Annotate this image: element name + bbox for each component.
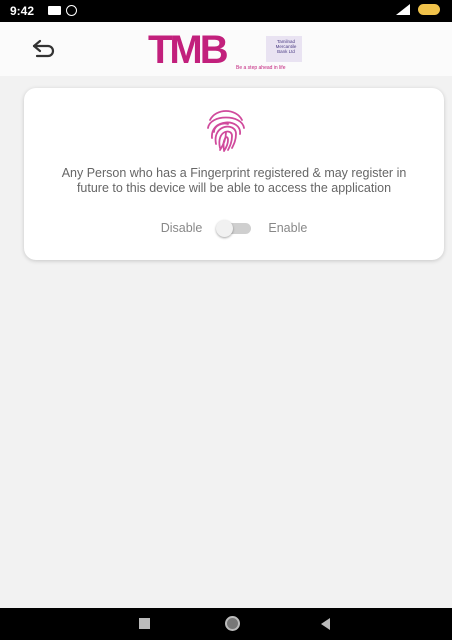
fingerprint-card: Any Person who has a Fingerprint registe… bbox=[24, 88, 444, 260]
back-icon[interactable] bbox=[321, 618, 330, 630]
home-icon[interactable] bbox=[225, 616, 240, 631]
disable-label: Disable bbox=[160, 221, 203, 235]
message-icon bbox=[48, 6, 61, 15]
back-arrow-icon[interactable] bbox=[28, 36, 60, 62]
fingerprint-toggle-switch[interactable] bbox=[216, 220, 254, 237]
enable-label: Enable bbox=[268, 221, 308, 235]
fingerprint-toggle-row: Disable Enable bbox=[24, 220, 444, 237]
fingerprint-message: Any Person who has a Fingerprint registe… bbox=[61, 166, 407, 195]
status-time: 9:42 bbox=[10, 4, 35, 18]
recent-apps-icon[interactable] bbox=[139, 618, 150, 629]
logo-bank-name-line: Bank Ltd bbox=[277, 49, 295, 54]
navigation-bar bbox=[0, 608, 452, 640]
signal-icon bbox=[396, 4, 410, 15]
logo-tagline: Be a step ahead in life bbox=[236, 65, 286, 71]
fingerprint-icon bbox=[207, 110, 245, 152]
app-header: TMB Tamilnad Mercantile Bank Ltd Be a st… bbox=[0, 22, 452, 76]
notification-icons bbox=[48, 5, 77, 16]
switch-thumb bbox=[216, 220, 234, 237]
tmb-logo: TMB Tamilnad Mercantile Bank Ltd Be a st… bbox=[148, 28, 338, 72]
logo-bank-name: Tamilnad Mercantile Bank Ltd bbox=[271, 39, 301, 54]
status-bar: 9:42 bbox=[0, 0, 452, 22]
system-status-icons bbox=[396, 4, 440, 15]
logo-letters: TMB bbox=[148, 28, 229, 72]
battery-icon bbox=[418, 4, 440, 15]
whatsapp-icon bbox=[66, 5, 77, 16]
